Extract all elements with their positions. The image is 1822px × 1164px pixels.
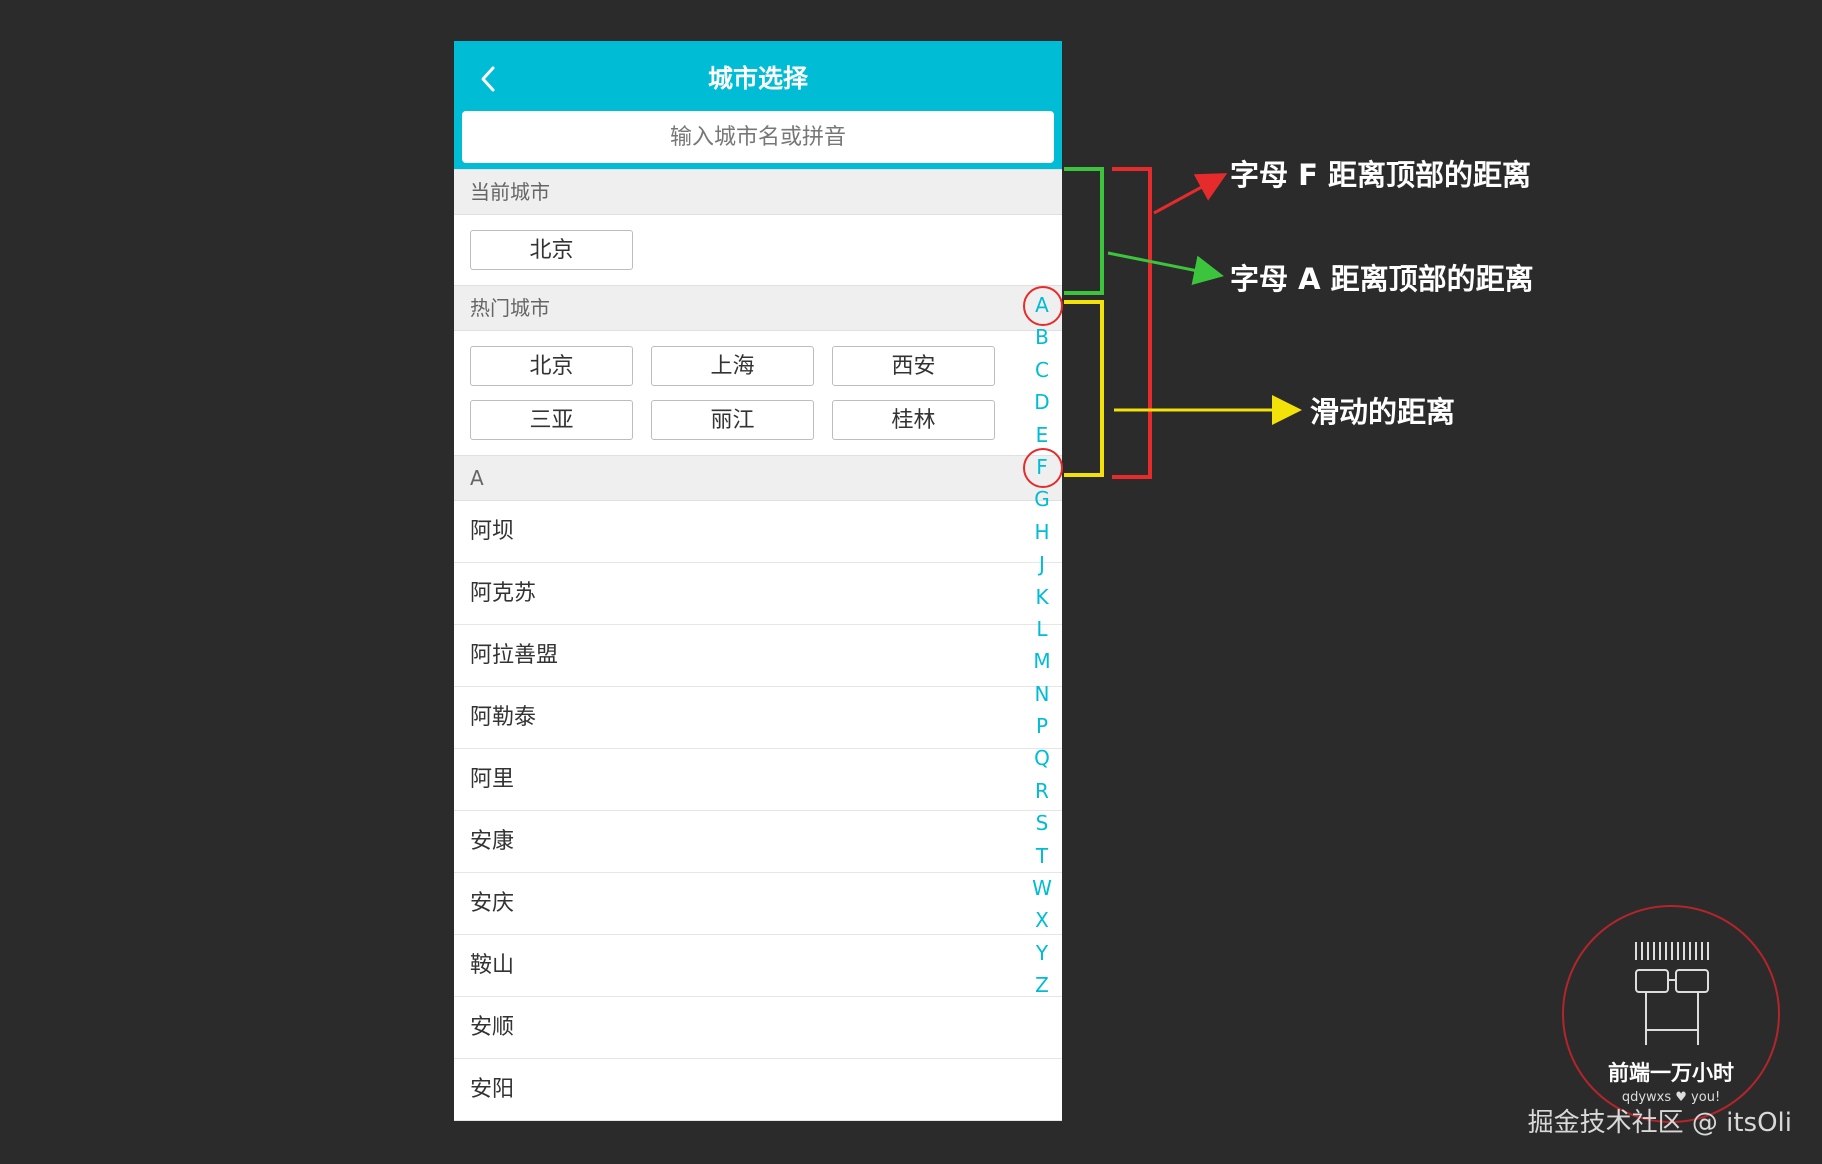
yellow-bracket [1064,300,1104,477]
annotation-a-distance: 字母 A 距离顶部的距离 [1230,262,1534,296]
red-arrow [1153,173,1228,215]
stage: 城市选择 当前城市 北京 热门城市 北京 上海 西安 三亚 丽江 桂林 A 阿坝… [0,0,1822,1164]
annotation-f-distance: 字母 F 距离顶部的距离 [1230,158,1532,192]
green-arrow [1107,251,1224,286]
annotation-scroll-distance: 滑动的距离 [1310,395,1456,429]
watermark: 掘金技术社区 @ itsOli [1527,1108,1792,1138]
logo-title: 前端一万小时 [1608,1061,1734,1085]
red-bracket [1112,167,1152,479]
annotation-overlay [1064,167,1709,1045]
green-bracket [1064,167,1104,295]
